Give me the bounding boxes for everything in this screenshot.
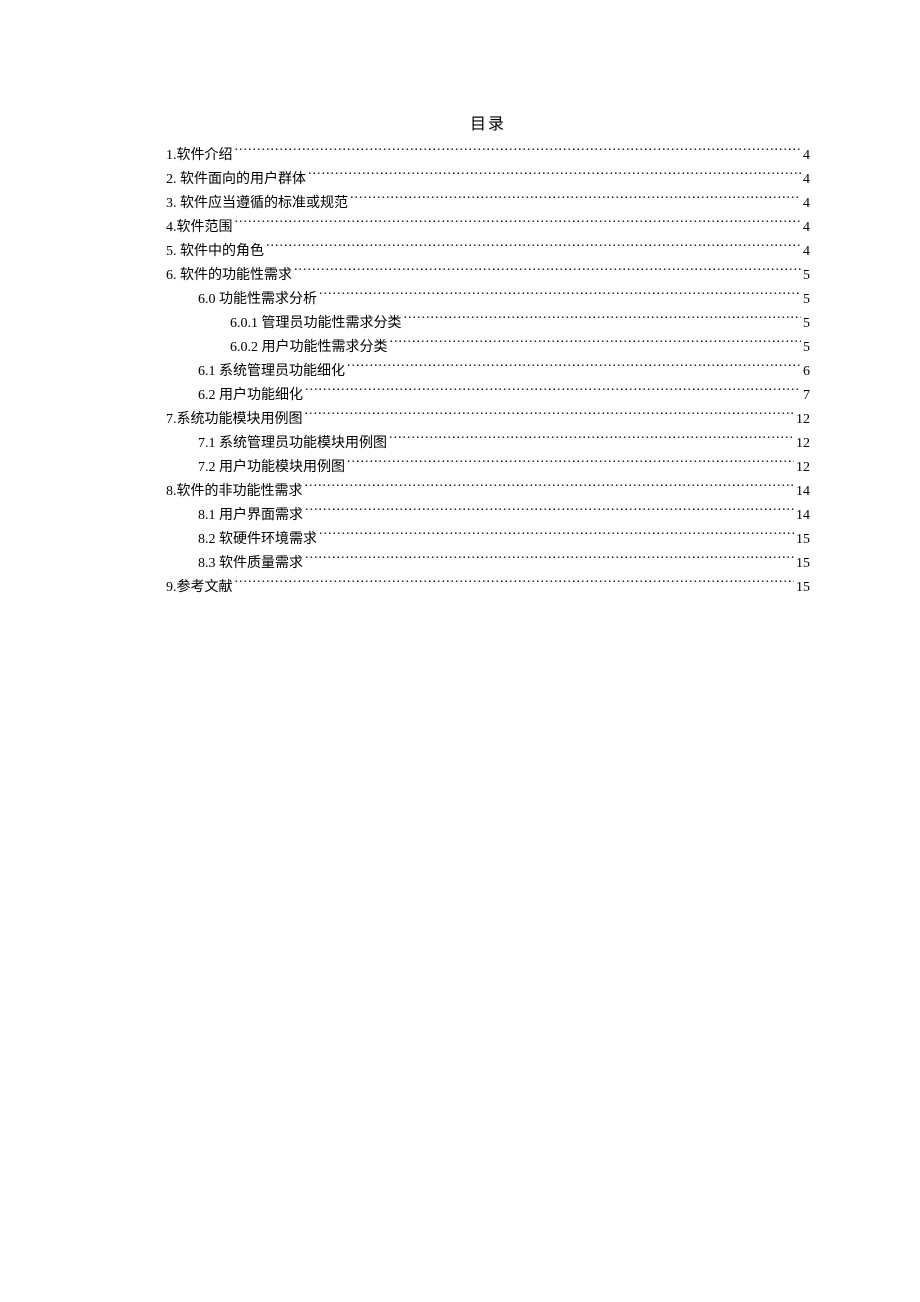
toc-entry-text: 6.0.2 用户功能性需求分类 xyxy=(230,336,388,360)
toc-entry[interactable]: 6.0 功能性需求分析 5 xyxy=(166,288,810,312)
toc-leader-dots xyxy=(294,265,801,279)
toc-entry-page: 12 xyxy=(796,432,810,456)
toc-entry[interactable]: 7.1 系统管理员功能模块用例图 12 xyxy=(166,432,810,456)
toc-leader-dots xyxy=(235,145,802,159)
toc-entry-text: 5. 软件中的角色 xyxy=(166,240,264,264)
toc-leader-dots xyxy=(305,481,795,495)
toc-entry[interactable]: 7.2 用户功能模块用例图 12 xyxy=(166,456,810,480)
toc-entry-text: 7.系统功能模块用例图 xyxy=(166,408,303,432)
toc-container: 1.软件介绍42. 软件面向的用户群体 43. 软件应当遵循的标准或规范 44.… xyxy=(166,144,810,600)
toc-entry-page: 4 xyxy=(803,144,810,168)
toc-entry-text: 7.2 用户功能模块用例图 xyxy=(198,456,345,480)
toc-leader-dots xyxy=(305,385,801,399)
toc-entry-text: 1.软件介绍 xyxy=(166,144,233,168)
toc-leader-dots xyxy=(390,337,802,351)
toc-entry-text: 8.1 用户界面需求 xyxy=(198,504,303,528)
toc-entry[interactable]: 6.1 系统管理员功能细化 6 xyxy=(166,360,810,384)
toc-entry[interactable]: 6.0.2 用户功能性需求分类 5 xyxy=(166,336,810,360)
toc-leader-dots xyxy=(308,169,801,183)
toc-entry[interactable]: 9.参考文献 15 xyxy=(166,576,810,600)
toc-entry[interactable]: 8.3 软件质量需求 15 xyxy=(166,552,810,576)
toc-leader-dots xyxy=(305,505,794,519)
toc-entry[interactable]: 8.软件的非功能性需求 14 xyxy=(166,480,810,504)
toc-entry-text: 9.参考文献 xyxy=(166,576,233,600)
toc-leader-dots xyxy=(404,313,802,327)
toc-entry[interactable]: 6.2 用户功能细化 7 xyxy=(166,384,810,408)
toc-entry-page: 4 xyxy=(803,240,810,264)
toc-entry-page: 5 xyxy=(803,336,810,360)
toc-entry-page: 7 xyxy=(803,384,810,408)
toc-entry-text: 4.软件范围 xyxy=(166,216,233,240)
toc-leader-dots xyxy=(347,457,794,471)
toc-entry-text: 6.1 系统管理员功能细化 xyxy=(198,360,345,384)
toc-leader-dots xyxy=(389,433,794,447)
toc-leader-dots xyxy=(347,361,801,375)
toc-entry-page: 4 xyxy=(803,192,810,216)
toc-entry-page: 4 xyxy=(803,168,810,192)
toc-entry-text: 6.2 用户功能细化 xyxy=(198,384,303,408)
toc-entry-page: 4 xyxy=(803,216,810,240)
toc-entry-text: 2. 软件面向的用户群体 xyxy=(166,168,306,192)
toc-leader-dots xyxy=(235,217,802,231)
toc-entry[interactable]: 7.系统功能模块用例图 12 xyxy=(166,408,810,432)
toc-entry[interactable]: 2. 软件面向的用户群体 4 xyxy=(166,168,810,192)
toc-entry-page: 15 xyxy=(796,528,810,552)
toc-leader-dots xyxy=(305,409,795,423)
toc-entry[interactable]: 4.软件范围 4 xyxy=(166,216,810,240)
toc-entry[interactable]: 6. 软件的功能性需求 5 xyxy=(166,264,810,288)
toc-entry-text: 8.2 软硬件环境需求 xyxy=(198,528,317,552)
toc-entry-text: 6. 软件的功能性需求 xyxy=(166,264,292,288)
toc-title: 目录 xyxy=(166,110,810,134)
toc-leader-dots xyxy=(235,577,795,591)
toc-entry[interactable]: 5. 软件中的角色 4 xyxy=(166,240,810,264)
toc-entry-text: 6.0 功能性需求分析 xyxy=(198,288,317,312)
toc-entry-text: 3. 软件应当遵循的标准或规范 xyxy=(166,192,348,216)
toc-leader-dots xyxy=(319,529,794,543)
toc-leader-dots xyxy=(266,241,801,255)
toc-leader-dots xyxy=(350,193,801,207)
toc-entry-page: 5 xyxy=(803,264,810,288)
toc-entry-text: 7.1 系统管理员功能模块用例图 xyxy=(198,432,387,456)
toc-entry-page: 15 xyxy=(796,576,810,600)
toc-entry-page: 12 xyxy=(796,408,810,432)
toc-entry-page: 14 xyxy=(796,504,810,528)
toc-entry-page: 5 xyxy=(803,288,810,312)
toc-leader-dots xyxy=(319,289,801,303)
toc-entry[interactable]: 1.软件介绍 4 xyxy=(166,144,810,168)
toc-entry-text: 8.软件的非功能性需求 xyxy=(166,480,303,504)
toc-entry[interactable]: 3. 软件应当遵循的标准或规范 4 xyxy=(166,192,810,216)
toc-entry[interactable]: 8.1 用户界面需求 14 xyxy=(166,504,810,528)
toc-entry-page: 12 xyxy=(796,456,810,480)
toc-entry-text: 6.0.1 管理员功能性需求分类 xyxy=(230,312,402,336)
toc-entry[interactable]: 8.2 软硬件环境需求 15 xyxy=(166,528,810,552)
toc-leader-dots xyxy=(305,553,794,567)
toc-entry[interactable]: 6.0.1 管理员功能性需求分类 5 xyxy=(166,312,810,336)
toc-entry-page: 5 xyxy=(803,312,810,336)
toc-entry-text: 8.3 软件质量需求 xyxy=(198,552,303,576)
toc-entry-page: 6 xyxy=(803,360,810,384)
toc-entry-page: 14 xyxy=(796,480,810,504)
toc-entry-page: 15 xyxy=(796,552,810,576)
